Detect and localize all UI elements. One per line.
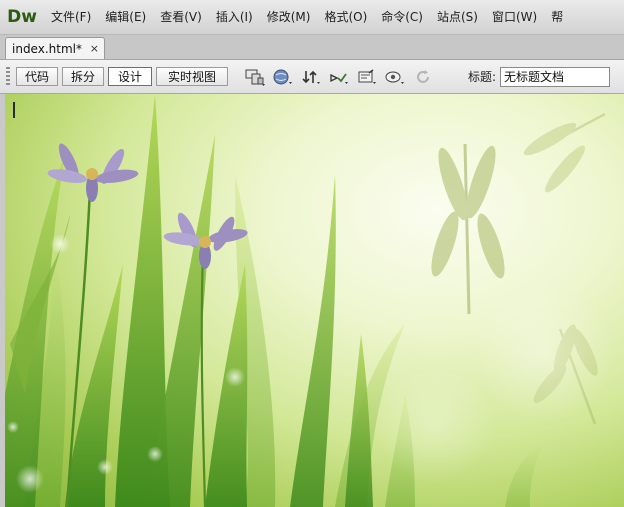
app-logo: Dw <box>7 7 37 27</box>
multiscreen-icon[interactable] <box>244 66 266 88</box>
title-input[interactable]: 无标题文档 <box>500 66 611 87</box>
menu-insert[interactable]: 插入(I) <box>209 0 260 34</box>
dragonfly-1 <box>431 143 505 315</box>
document-toolbar: 代码 拆分 设计 实时视图 标题: 无标题文档 <box>0 60 624 94</box>
code-view-button[interactable]: 代码 <box>16 67 58 86</box>
document-tab-strip: index.html* × <box>0 35 624 60</box>
toolbar-grip[interactable] <box>6 66 10 87</box>
design-view-canvas[interactable] <box>5 94 624 507</box>
menu-site[interactable]: 站点(S) <box>430 0 485 34</box>
visual-aids-icon[interactable] <box>356 66 378 88</box>
live-view-button[interactable]: 实时视图 <box>156 67 228 86</box>
flower-1 <box>47 143 139 202</box>
background-image <box>5 94 615 507</box>
validate-icon[interactable] <box>328 66 350 88</box>
menu: 文件(F) 编辑(E) 查看(V) 插入(I) 修改(M) 格式(O) 命令(C… <box>44 0 570 34</box>
menu-window[interactable]: 窗口(W) <box>485 0 544 34</box>
browser-preview-icon[interactable] <box>272 66 294 88</box>
title-label: 标题: <box>468 70 497 84</box>
dragonfly-2 <box>523 112 606 193</box>
design-view-button[interactable]: 设计 <box>108 67 152 86</box>
text-cursor <box>13 102 15 118</box>
menu-view[interactable]: 查看(V) <box>153 0 209 34</box>
file-management-icon[interactable] <box>300 66 322 88</box>
menu-commands[interactable]: 命令(C) <box>374 0 430 34</box>
menu-file[interactable]: 文件(F) <box>44 0 98 34</box>
menu-format[interactable]: 格式(O) <box>317 0 374 34</box>
dreamweaver-window: Dw 文件(F) 编辑(E) 查看(V) 插入(I) 修改(M) 格式(O) 命… <box>0 0 624 507</box>
close-icon[interactable]: × <box>90 42 99 55</box>
tab-index-html[interactable]: index.html* × <box>5 37 105 59</box>
menu-edit[interactable]: 编辑(E) <box>98 0 153 34</box>
refresh-icon[interactable] <box>412 66 434 88</box>
live-code-icon[interactable] <box>384 66 406 88</box>
menu-bar: Dw 文件(F) 编辑(E) 查看(V) 插入(I) 修改(M) 格式(O) 命… <box>0 0 624 35</box>
split-view-button[interactable]: 拆分 <box>62 67 104 86</box>
menu-modify[interactable]: 修改(M) <box>260 0 318 34</box>
menu-help[interactable]: 帮 <box>544 0 570 34</box>
tab-label: index.html* <box>12 41 82 56</box>
